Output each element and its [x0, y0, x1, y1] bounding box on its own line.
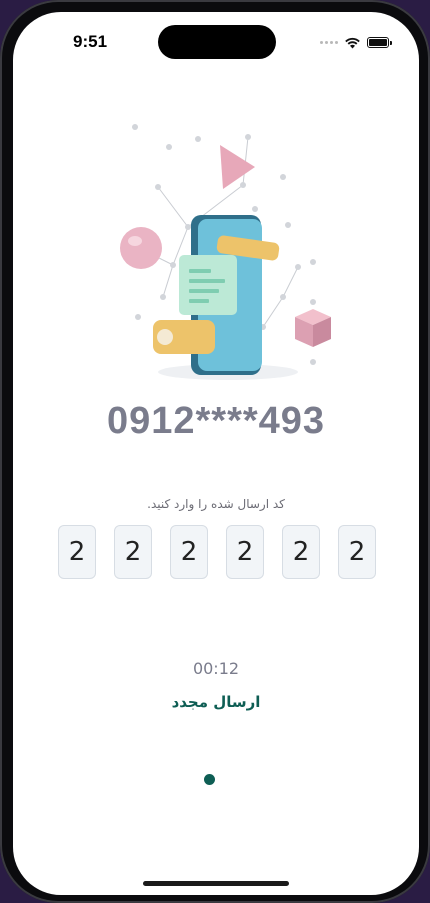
- home-indicator[interactable]: [143, 881, 289, 886]
- status-time: 9:51: [73, 32, 108, 51]
- wifi-icon: [345, 37, 360, 49]
- phone-verification-illustration: [120, 124, 331, 380]
- battery-icon: [367, 37, 392, 48]
- page-indicator-dot: [204, 774, 215, 785]
- otp-digit-box[interactable]: 2: [170, 525, 208, 579]
- resend-code-button[interactable]: ارسال مجدد: [13, 693, 419, 711]
- otp-digit-box[interactable]: 2: [226, 525, 264, 579]
- otp-code-input[interactable]: 2 2 2 2 2 2: [58, 525, 376, 581]
- otp-digit-box[interactable]: 2: [338, 525, 376, 579]
- otp-digit-box[interactable]: 2: [282, 525, 320, 579]
- countdown-timer: 00:12: [192, 659, 240, 678]
- code-instruction: کد ارسال شده را وارد کنید.: [147, 497, 285, 511]
- status-icons: [320, 36, 392, 49]
- phone-number: 0912****493: [106, 400, 326, 442]
- dynamic-island: [158, 25, 276, 59]
- otp-digit-box[interactable]: 2: [58, 525, 96, 579]
- otp-digit-box[interactable]: 2: [114, 525, 152, 579]
- signal-icon: [320, 41, 338, 44]
- device-bezel: 9:51 0912****493 کد ارسال شده را وارد کن…: [0, 0, 430, 903]
- screen: 9:51 0912****493 کد ارسال شده را وارد کن…: [13, 12, 419, 895]
